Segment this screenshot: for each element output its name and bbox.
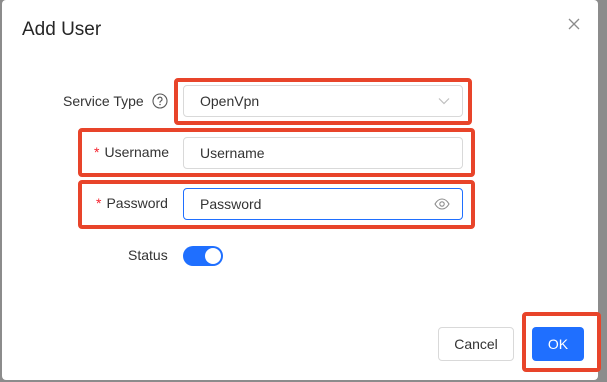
required-mark: * <box>96 195 102 211</box>
password-value: Password <box>200 196 262 212</box>
username-value: Username <box>200 145 265 161</box>
add-user-dialog: Add User Service Type OpenVpn * Username … <box>2 0 598 380</box>
username-label-text: Username <box>104 144 170 160</box>
username-label: * Username <box>94 144 169 160</box>
password-input[interactable]: Password <box>183 188 463 220</box>
password-label: * Password <box>96 195 168 211</box>
cancel-button[interactable]: Cancel <box>438 327 514 361</box>
service-type-label: Service Type <box>63 93 144 109</box>
service-type-value: OpenVpn <box>200 93 260 109</box>
status-label: Status <box>128 247 168 263</box>
status-toggle[interactable] <box>183 246 223 266</box>
password-label-text: Password <box>106 195 168 211</box>
toggle-knob <box>205 248 221 264</box>
close-icon[interactable] <box>564 14 584 34</box>
service-type-select[interactable]: OpenVpn <box>183 85 463 117</box>
username-input[interactable]: Username <box>183 137 463 169</box>
ok-button[interactable]: OK <box>532 327 584 361</box>
dialog-title: Add User <box>22 19 102 40</box>
required-mark: * <box>94 144 100 160</box>
chevron-down-icon <box>438 97 450 105</box>
question-circle-icon[interactable] <box>152 93 168 109</box>
eye-icon[interactable] <box>434 198 450 210</box>
